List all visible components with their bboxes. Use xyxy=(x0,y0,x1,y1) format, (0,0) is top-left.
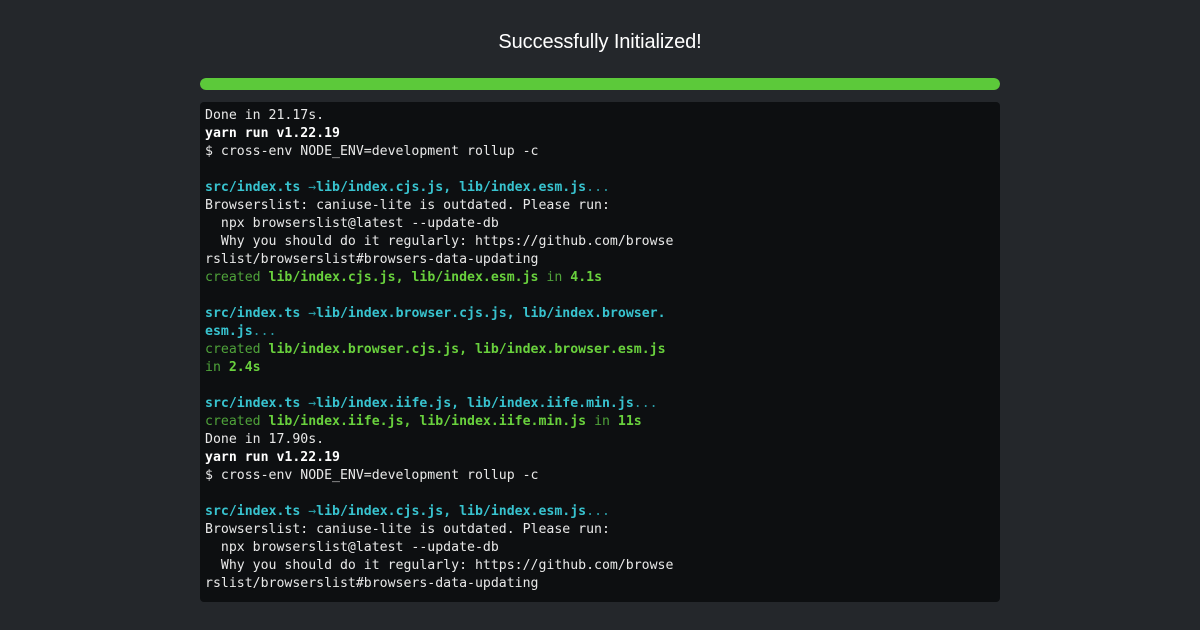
terminal-line: npx browserslist@latest --update-db xyxy=(205,539,995,557)
terminal-text-segment: yarn run v1.22.19 xyxy=(205,126,340,141)
terminal-text-segment: npx browserslist@latest --update-db xyxy=(205,540,499,555)
terminal-line: created lib/index.browser.cjs.js, lib/in… xyxy=(205,341,995,359)
terminal-text-segment: lib/index.cjs.js, lib/index.esm.js xyxy=(268,270,539,285)
terminal-text-segment: src/index.ts xyxy=(205,396,309,411)
terminal-line: $ cross-env NODE_ENV=development rollup … xyxy=(205,143,995,161)
terminal-line: Why you should do it regularly: https://… xyxy=(205,557,995,575)
terminal-line: Browserslist: caniuse-lite is outdated. … xyxy=(205,521,995,539)
terminal-line: created lib/index.cjs.js, lib/index.esm.… xyxy=(205,269,995,287)
terminal-text-segment: in xyxy=(586,414,618,429)
terminal-line: created lib/index.iife.js, lib/index.iif… xyxy=(205,413,995,431)
terminal-line: $ cross-env NODE_ENV=development rollup … xyxy=(205,467,995,485)
terminal-text-segment: lib/index.cjs.js, lib/index.esm.js xyxy=(316,180,587,195)
terminal-line: npx browserslist@latest --update-db xyxy=(205,215,995,233)
terminal-text-segment: src/index.ts xyxy=(205,180,309,195)
terminal-line: rslist/browserslist#browsers-data-updati… xyxy=(205,575,995,593)
terminal-output[interactable]: Done in 21.17s. yarn run v1.22.19 $ cross-… xyxy=(200,102,1000,602)
terminal-text-segment: → xyxy=(308,504,317,519)
terminal-text-segment: lib/index.browser.cjs.js, lib/index.brow… xyxy=(316,306,666,321)
progress-bar-fill xyxy=(200,78,1000,90)
terminal-text-segment: → xyxy=(308,306,317,321)
terminal-line: Browserslist: caniuse-lite is outdated. … xyxy=(205,197,995,215)
terminal-line: src/index.ts →lib/index.browser.cjs.js, … xyxy=(205,305,995,323)
terminal-line: rslist/browserslist#browsers-data-updati… xyxy=(205,251,995,269)
terminal-line: Why you should do it regularly: https://… xyxy=(205,233,995,251)
terminal-text-segment: Browserslist: caniuse-lite is outdated. … xyxy=(205,198,610,213)
terminal-text-segment: esm.js xyxy=(205,324,253,339)
terminal-text-segment: created xyxy=(205,270,269,285)
terminal-text-segment: → xyxy=(308,180,317,195)
terminal-line: Done in 21.17s. xyxy=(205,107,995,125)
terminal-text-segment: Why you should do it regularly: https://… xyxy=(205,234,674,249)
terminal-line: src/index.ts →lib/index.cjs.js, lib/inde… xyxy=(205,503,995,521)
terminal-text-segment: Browserslist: caniuse-lite is outdated. … xyxy=(205,522,610,537)
terminal-text-segment: 4.1s xyxy=(570,270,603,285)
page-title: Successfully Initialized! xyxy=(498,31,702,53)
terminal-line: src/index.ts →lib/index.iife.js, lib/ind… xyxy=(205,395,995,413)
terminal-text-segment: ... xyxy=(586,180,610,195)
terminal-text-segment: lib/index.cjs.js, lib/index.esm.js xyxy=(316,504,587,519)
terminal-text-segment: $ cross-env NODE_ENV=development rollup … xyxy=(205,144,539,159)
terminal-line: yarn run v1.22.19 xyxy=(205,449,995,467)
progress-bar xyxy=(200,78,1000,90)
terminal-text-segment: lib/index.iife.js, lib/index.iife.min.js xyxy=(268,414,587,429)
terminal-text-segment: lib/index.iife.js, lib/index.iife.min.js xyxy=(316,396,634,411)
terminal-text-segment: lib/index.browser.cjs.js, lib/index.brow… xyxy=(268,342,666,357)
terminal-text-segment: Why you should do it regularly: https://… xyxy=(205,558,674,573)
terminal-text-segment: rslist/browserslist#browsers-data-updati… xyxy=(205,252,539,267)
terminal-text-segment: 11s xyxy=(617,414,642,429)
terminal-line: esm.js... xyxy=(205,323,995,341)
terminal-text-segment: in xyxy=(538,270,571,285)
terminal-text-segment: created xyxy=(205,342,269,357)
terminal-line: yarn run v1.22.19 xyxy=(205,125,995,143)
terminal-line: src/index.ts →lib/index.cjs.js, lib/inde… xyxy=(205,179,995,197)
terminal-line: Done in 17.90s. xyxy=(205,431,995,449)
terminal-text-segment: src/index.ts xyxy=(205,306,309,321)
terminal-text-segment: Done in 17.90s. xyxy=(205,432,325,447)
terminal-text-segment: ... xyxy=(586,504,610,519)
terminal-text-segment: rslist/browserslist#browsers-data-updati… xyxy=(205,576,539,591)
terminal-text-segment: yarn run v1.22.19 xyxy=(205,450,340,465)
terminal-text-segment: $ cross-env NODE_ENV=development rollup … xyxy=(205,468,539,483)
terminal-text-segment: src/index.ts xyxy=(205,504,309,519)
terminal-text-segment: created xyxy=(205,414,269,429)
terminal-text-segment: ... xyxy=(633,396,658,411)
terminal-text-segment: ... xyxy=(252,324,277,339)
terminal-text-segment: → xyxy=(308,396,317,411)
terminal-text-segment: 2.4s xyxy=(228,360,261,375)
terminal-text-segment: npx browserslist@latest --update-db xyxy=(205,216,499,231)
terminal-line: in 2.4s xyxy=(205,359,995,377)
terminal-text-segment: Done in 21.17s. xyxy=(205,108,325,123)
terminal-text-segment: in xyxy=(205,360,229,375)
